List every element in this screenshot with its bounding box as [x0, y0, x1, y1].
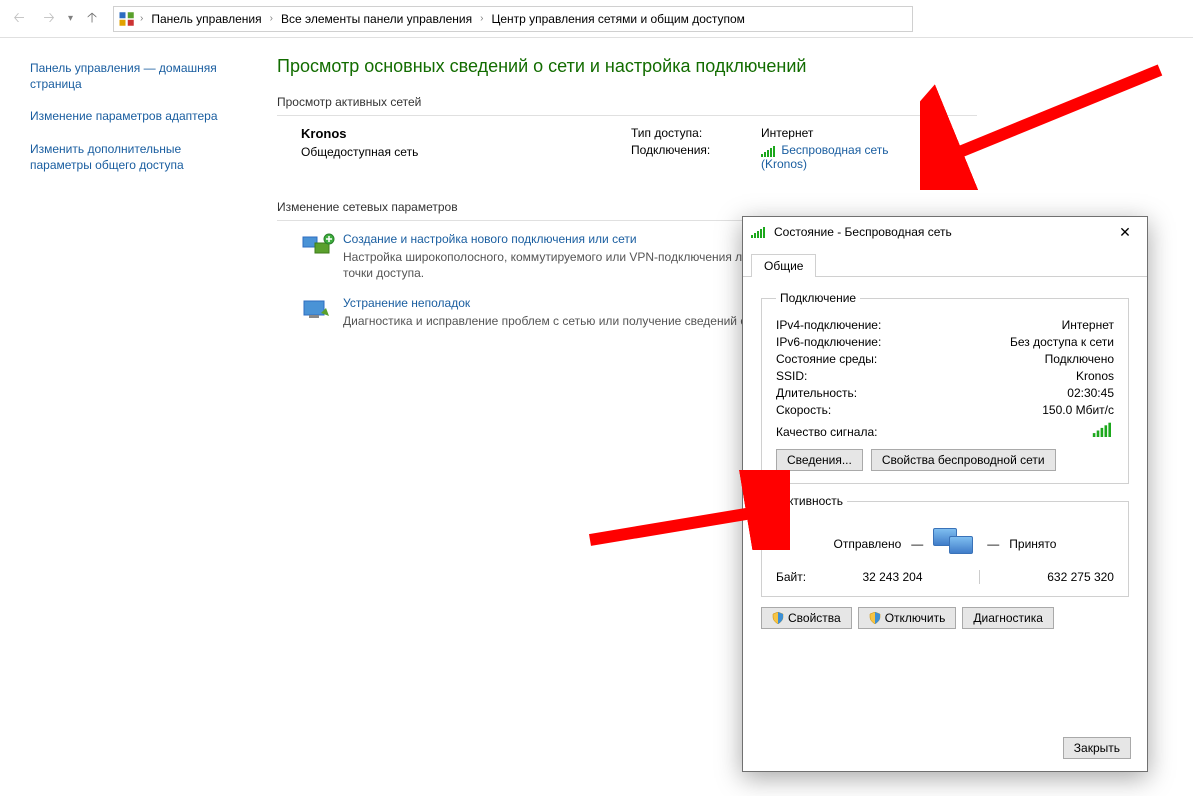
status-dialog: Состояние - Беспроводная сеть ✕ Общие По…: [742, 216, 1148, 772]
duration-value: 02:30:45: [1067, 386, 1114, 400]
disable-button[interactable]: Отключить: [858, 607, 957, 629]
disable-button-label: Отключить: [885, 611, 946, 625]
breadcrumb[interactable]: › Панель управления › Все элементы панел…: [113, 6, 913, 32]
setup-connection-icon: [301, 231, 337, 263]
troubleshoot-icon: [301, 295, 337, 327]
dialog-titlebar[interactable]: Состояние - Беспроводная сеть ✕: [743, 217, 1147, 247]
details-button[interactable]: Сведения...: [776, 449, 863, 471]
activity-dash: —: [911, 537, 923, 551]
dialog-footer: Свойства Отключить Диагностика: [761, 607, 1129, 629]
signal-quality-label: Качество сигнала:: [776, 425, 877, 439]
close-button[interactable]: ✕: [1103, 217, 1147, 247]
nav-recent-dropdown[interactable]: ▾: [66, 13, 75, 24]
ipv6-label: IPv6-подключение:: [776, 335, 881, 349]
properties-button-label: Свойства: [788, 611, 841, 625]
breadcrumb-seg-all-items[interactable]: Все элементы панели управления: [277, 12, 476, 26]
bytes-recv-value: 632 275 320: [1047, 570, 1114, 584]
ssid-label: SSID:: [776, 369, 807, 383]
fieldset-activity: Активность Отправлено — — Принято Байт: …: [761, 494, 1129, 597]
control-panel-icon: [118, 10, 136, 28]
activity-sent-label: Отправлено: [834, 537, 902, 551]
diagnose-button[interactable]: Диагностика: [962, 607, 1054, 629]
tab-general[interactable]: Общие: [751, 254, 816, 277]
chevron-right-icon: ›: [478, 13, 485, 24]
wifi-signal-icon: [1093, 421, 1111, 437]
breadcrumb-seg-control-panel[interactable]: Панель управления: [147, 12, 265, 26]
sidebar-link-sharing-settings[interactable]: Изменить дополнительные параметры общего…: [30, 141, 239, 173]
nav-forward-button[interactable]: 🡢: [36, 6, 62, 32]
close-dialog-button[interactable]: Закрыть: [1063, 737, 1131, 759]
ssid-value: Kronos: [1076, 369, 1114, 383]
speed-value: 150.0 Мбит/с: [1042, 403, 1114, 417]
breadcrumb-seg-network-center[interactable]: Центр управления сетями и общим доступом: [487, 12, 749, 26]
connection-link[interactable]: Беспроводная сеть (Kronos): [761, 143, 889, 171]
network-profile-type: Общедоступная сеть: [301, 145, 631, 159]
active-network-row: Kronos Общедоступная сеть Тип доступа: И…: [301, 126, 981, 174]
chevron-right-icon: ›: [268, 13, 275, 24]
activity-recv-label: Принято: [1009, 537, 1056, 551]
wifi-signal-icon: [761, 145, 775, 157]
wifi-signal-icon: [751, 226, 765, 238]
nav-up-button[interactable]: 🡡: [79, 6, 105, 32]
sidebar-link-adapter-settings[interactable]: Изменение параметров адаптера: [30, 108, 239, 124]
tab-strip: Общие: [743, 247, 1147, 277]
connection-link-line2: (Kronos): [761, 157, 807, 171]
dialog-title-text: Состояние - Беспроводная сеть: [774, 225, 952, 239]
media-state-label: Состояние среды:: [776, 352, 877, 366]
toolbar: 🡠 🡢 ▾ 🡡 › Панель управления › Все элемен…: [0, 0, 1193, 38]
active-networks-title: Просмотр активных сетей: [277, 95, 977, 116]
chevron-right-icon: ›: [138, 13, 145, 24]
annotation-arrow-2: [580, 470, 790, 550]
activity-dash: —: [987, 537, 999, 551]
bytes-label: Байт:: [776, 570, 806, 584]
shield-icon: [869, 612, 881, 624]
bytes-sent-value: 32 243 204: [862, 570, 922, 584]
properties-button[interactable]: Свойства: [761, 607, 852, 629]
connection-link-line1: Беспроводная сеть: [781, 143, 888, 157]
ipv6-value: Без доступа к сети: [1010, 335, 1114, 349]
duration-label: Длительность:: [776, 386, 857, 400]
sidebar-link-home[interactable]: Панель управления — домашняя страница: [30, 60, 239, 92]
access-type-label: Тип доступа:: [631, 126, 761, 140]
connections-label: Подключения:: [631, 143, 761, 171]
shield-icon: [772, 612, 784, 624]
wireless-properties-button[interactable]: Свойства беспроводной сети: [871, 449, 1056, 471]
network-name: Kronos: [301, 126, 631, 141]
sidebar: Панель управления — домашняя страница Из…: [0, 38, 255, 354]
fieldset-connection-legend: Подключение: [776, 291, 860, 305]
annotation-arrow-1: [920, 60, 1180, 190]
speed-label: Скорость:: [776, 403, 831, 417]
activity-computers-icon: [933, 526, 977, 562]
nav-back-button[interactable]: 🡠: [6, 6, 32, 32]
fieldset-connection: Подключение IPv4-подключение: Интернет IP…: [761, 291, 1129, 484]
media-state-value: Подключено: [1045, 352, 1114, 366]
ipv4-value: Интернет: [1062, 318, 1114, 332]
ipv4-label: IPv4-подключение:: [776, 318, 881, 332]
